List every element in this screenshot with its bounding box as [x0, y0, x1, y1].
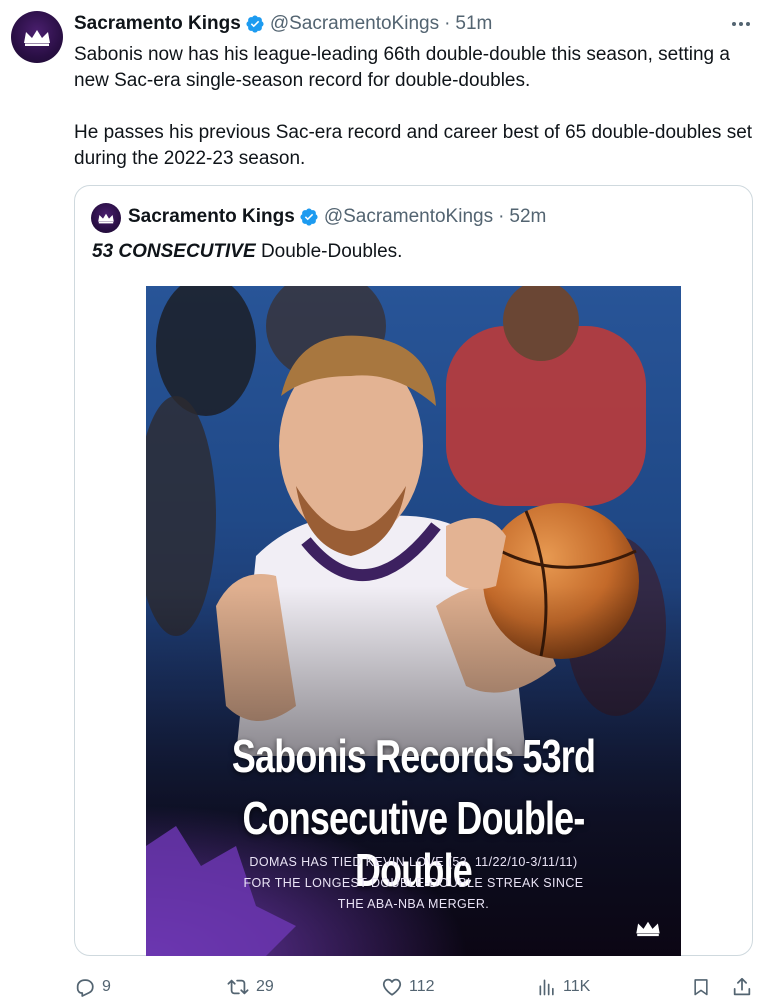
- quoted-author-handle[interactable]: @SacramentoKings: [324, 206, 493, 228]
- quoted-tweet-time[interactable]: 52m: [509, 206, 546, 228]
- quoted-tweet-text: 53 CONSECUTIVE Double-Doubles.: [92, 240, 402, 264]
- graphic-title-line-1: Sabonis Records 53rd: [231, 730, 596, 782]
- repost-count: 29: [256, 978, 274, 995]
- tweet-time[interactable]: 51m: [455, 13, 492, 35]
- tweet-header: Sacramento Kings @SacramentoKings · 51m: [74, 12, 492, 36]
- views-button[interactable]: 11K: [537, 974, 590, 1000]
- bookmark-icon: [694, 979, 708, 996]
- separator-dot: ·: [444, 13, 451, 34]
- crown-icon: [24, 30, 50, 46]
- verified-badge-icon[interactable]: [299, 207, 319, 227]
- tweet-paragraph-2: He passes his previous Sac-era record an…: [74, 122, 753, 169]
- quoted-tweet-image[interactable]: Sabonis Records 53rd Consecutive Double-…: [146, 286, 681, 956]
- graphic-subtitle-line-2: FOR THE LONGEST DOUBLE-DOUBLE STREAK SIN…: [243, 876, 584, 890]
- quoted-tweet-header: Sacramento Kings @SacramentoKings · 52m: [128, 205, 546, 229]
- graphic-subtitle-line-3: THE ABA-NBA MERGER.: [337, 897, 490, 911]
- reply-count: 9: [102, 978, 111, 995]
- author-name[interactable]: Sacramento Kings: [74, 13, 241, 35]
- heart-icon: [382, 978, 402, 996]
- crown-icon: [636, 921, 660, 937]
- verified-badge-icon[interactable]: [245, 14, 265, 34]
- like-button[interactable]: 112: [381, 974, 435, 1000]
- views-count: 11K: [563, 978, 591, 995]
- graphic-subtitle-line-1: DOMAS HAS TIED KEVIN LOVE (53, 11/22/10-…: [249, 855, 578, 869]
- like-count: 112: [409, 978, 435, 995]
- author-handle[interactable]: @SacramentoKings: [270, 13, 439, 35]
- quoted-text-emphasis: 53 CONSECUTIVE: [92, 241, 256, 262]
- tweet-paragraph-1: Sabonis now has his league-leading 66th …: [74, 44, 730, 91]
- separator-dot: ·: [498, 206, 505, 227]
- share-button[interactable]: [731, 974, 753, 1000]
- repost-icon: [227, 979, 249, 995]
- repost-button[interactable]: 29: [226, 974, 274, 1000]
- tweet-text: Sabonis now has his league-leading 66th …: [74, 42, 754, 172]
- share-icon: [733, 977, 751, 996]
- views-icon: [539, 979, 554, 996]
- quoted-author-name[interactable]: Sacramento Kings: [128, 206, 295, 228]
- author-avatar[interactable]: [11, 11, 63, 63]
- quoted-text-rest: Double-Doubles.: [260, 241, 403, 262]
- more-icon[interactable]: [729, 14, 753, 34]
- quoted-author-avatar[interactable]: [91, 203, 121, 233]
- reply-icon: [76, 979, 94, 997]
- reply-button[interactable]: 9: [74, 974, 111, 1000]
- bookmark-button[interactable]: [691, 974, 711, 1000]
- tweet-actions: 9 29 112 11K: [74, 974, 754, 1000]
- crown-icon: [98, 213, 114, 224]
